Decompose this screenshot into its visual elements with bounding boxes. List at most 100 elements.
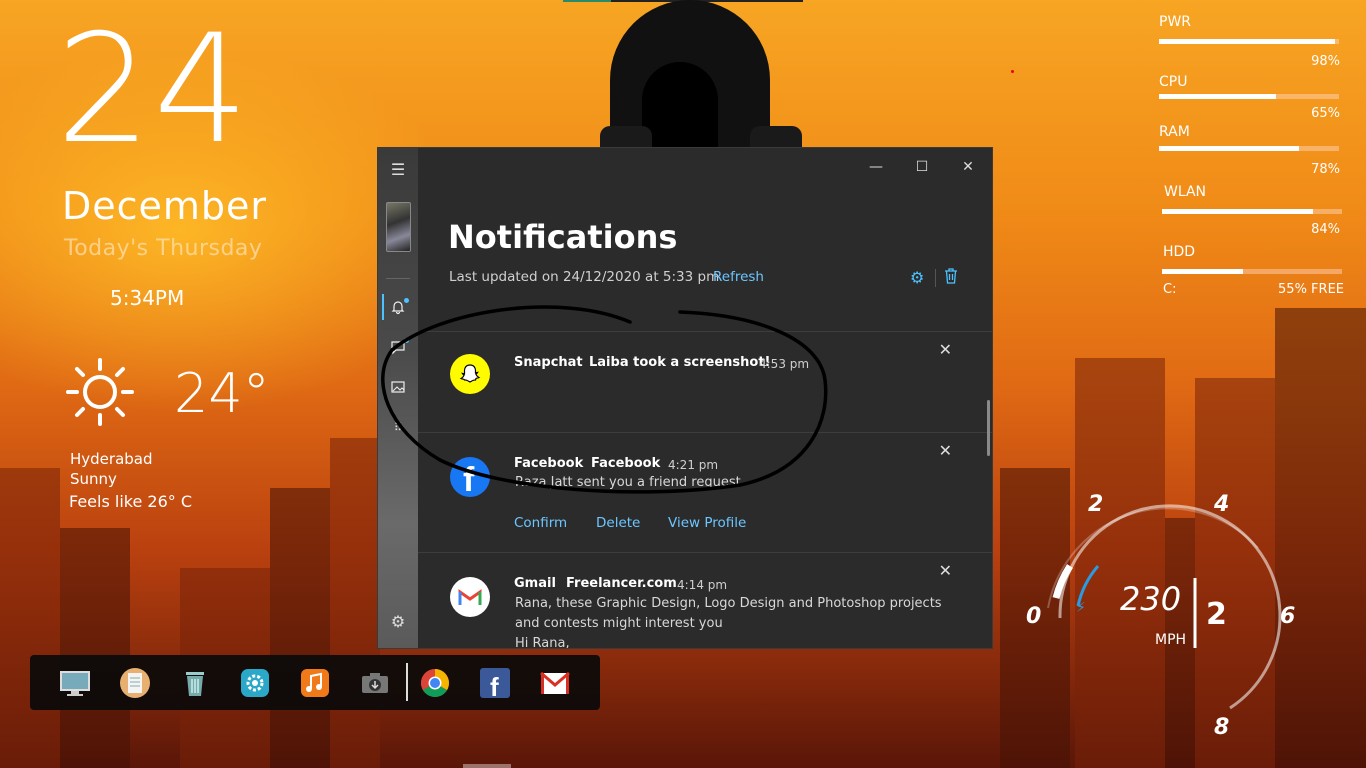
gauge-tick: 8 (1214, 715, 1229, 738)
sys-row-hdd: HDD C: 55% FREE (1156, 242, 1346, 302)
chat-icon[interactable] (378, 332, 418, 362)
sys-row-cpu: CPU 65% (1156, 72, 1346, 122)
system-monitor: PWR 98% CPU 65% RAM 78% WLAN 84% HDD C: … (1156, 12, 1346, 302)
dismiss-button[interactable]: ✕ (939, 340, 952, 359)
weather-feels-like: Feels like 26° C (69, 492, 193, 511)
hamburger-icon[interactable]: ☰ (378, 154, 418, 184)
weather-temperature: 24° (174, 362, 270, 425)
confirm-button[interactable]: Confirm (514, 515, 567, 531)
scrollbar-thumb[interactable] (987, 400, 990, 456)
header-divider (935, 269, 936, 287)
close-button[interactable]: ✕ (948, 156, 988, 178)
sys-label: WLAN (1164, 184, 1207, 200)
snapchat-icon (450, 354, 490, 394)
clock-time: 5:34PM (110, 286, 185, 310)
trash-icon[interactable] (179, 667, 211, 699)
sys-row-ram: RAM 78% (1156, 122, 1346, 182)
rail-divider (386, 278, 410, 279)
sys-bar (1162, 269, 1243, 274)
sun-icon (66, 358, 134, 426)
dialpad-icon[interactable]: ⠿ (378, 412, 418, 442)
dismiss-button[interactable]: ✕ (939, 561, 952, 580)
side-rail: ☰ ⠿ ⚙ (378, 148, 418, 648)
svg-text:f: f (490, 672, 499, 699)
gmail-icon (450, 577, 490, 617)
notification-body-greeting: Hi Rana, (515, 636, 570, 649)
sys-label: HDD (1163, 244, 1196, 260)
dismiss-button[interactable]: ✕ (939, 441, 952, 460)
gauge-gear: 2 (1206, 597, 1227, 632)
sys-row-pwr: PWR 98% (1156, 12, 1346, 72)
notification-item[interactable]: Snapchat Laiba took a screenshot! 4:53 p… (418, 331, 992, 432)
camera-icon[interactable] (359, 667, 391, 699)
hooded-figure-wallpaper (600, 0, 830, 152)
sys-bar (1159, 39, 1336, 44)
hdd-drive-letter: C: (1163, 282, 1177, 297)
settings-gear-icon[interactable]: ⚙ (910, 268, 924, 287)
notification-time: 4:53 pm (759, 357, 810, 371)
notification-body: Rana, these Graphic Design, Logo Design … (515, 596, 942, 631)
gauge-tick: 6 (1280, 604, 1295, 629)
bell-icon[interactable] (378, 292, 418, 322)
speedometer-gauge: 0 2 4 6 8 230 2 MPH ⚡ (1026, 492, 1295, 738)
notification-title: Facebook (591, 456, 661, 471)
weather-city: Hyderabad (70, 450, 153, 468)
view-profile-button[interactable]: View Profile (668, 515, 746, 531)
gear-icon[interactable]: ⚙ (378, 606, 418, 636)
clock-day: 24 (56, 3, 251, 177)
notification-title: Laiba took a screenshot! (589, 355, 771, 370)
gauge-tick: 2 (1088, 492, 1103, 517)
monitor-icon[interactable] (59, 667, 91, 699)
delete-button[interactable]: Delete (596, 515, 640, 531)
gauge-tick: 4 (1213, 492, 1229, 517)
sys-value: 98% (1311, 54, 1340, 69)
last-updated-text: Last updated on 24/12/2020 at 5:33 pm (449, 269, 720, 285)
notification-body: Raza Jatt sent you a friend request. (515, 475, 745, 490)
notification-time: 4:14 pm (677, 578, 728, 592)
refresh-link[interactable]: Refresh (713, 269, 764, 285)
bell-badge (404, 298, 409, 303)
gauge-tick: 0 (1026, 604, 1041, 629)
notifications-window: ☰ ⠿ ⚙ — ☐ ✕ Notifications Last updated o… (377, 147, 993, 649)
gauge-speed: 230 (1120, 580, 1181, 618)
app-dock: f (30, 655, 600, 710)
avatar[interactable] (386, 202, 411, 252)
sys-bar (1159, 146, 1300, 151)
notification-item[interactable]: Gmail Freelancer.com 4:14 pm Rana, these… (418, 552, 992, 649)
dock-divider (406, 663, 408, 701)
sys-row-wlan: WLAN 84% (1156, 182, 1346, 242)
gmail-icon[interactable] (539, 667, 571, 699)
music-icon[interactable] (299, 667, 331, 699)
red-dot (1011, 70, 1014, 73)
sys-value: 55% FREE (1278, 282, 1344, 297)
sys-label: PWR (1159, 14, 1192, 30)
sys-label: RAM (1159, 124, 1190, 140)
maximize-button[interactable]: ☐ (902, 156, 942, 178)
clock-weekday: Today's Thursday (64, 236, 263, 261)
image-icon[interactable] (378, 372, 418, 402)
weather-condition: Sunny (70, 470, 117, 488)
facebook-icon: f (450, 457, 490, 497)
notification-title: Freelancer.com (566, 576, 677, 591)
notification-app: Facebook (514, 456, 584, 471)
page-title: Notifications (448, 218, 678, 256)
sys-bar (1159, 94, 1276, 99)
lightning-icon: ⚡ (1076, 600, 1086, 616)
notification-item[interactable]: f Facebook Facebook 4:21 pm Raza Jatt se… (418, 432, 992, 552)
sys-value: 65% (1311, 106, 1340, 121)
sys-label: CPU (1159, 74, 1188, 90)
notification-time: 4:21 pm (668, 458, 719, 472)
sys-value: 84% (1311, 222, 1340, 237)
settings-gear-icon[interactable] (239, 667, 271, 699)
facebook-icon[interactable]: f (479, 667, 511, 702)
chrome-icon[interactable] (419, 667, 451, 699)
gauge-unit: MPH (1155, 632, 1186, 648)
minimize-button[interactable]: — (856, 156, 896, 178)
taskbar-indicator (463, 764, 511, 768)
notification-app: Snapchat (514, 355, 583, 370)
clock-month: December (62, 184, 268, 228)
trash-icon[interactable] (944, 268, 958, 288)
sys-value: 78% (1311, 162, 1340, 177)
notepad-icon[interactable] (119, 667, 151, 699)
notification-app: Gmail (514, 576, 556, 591)
